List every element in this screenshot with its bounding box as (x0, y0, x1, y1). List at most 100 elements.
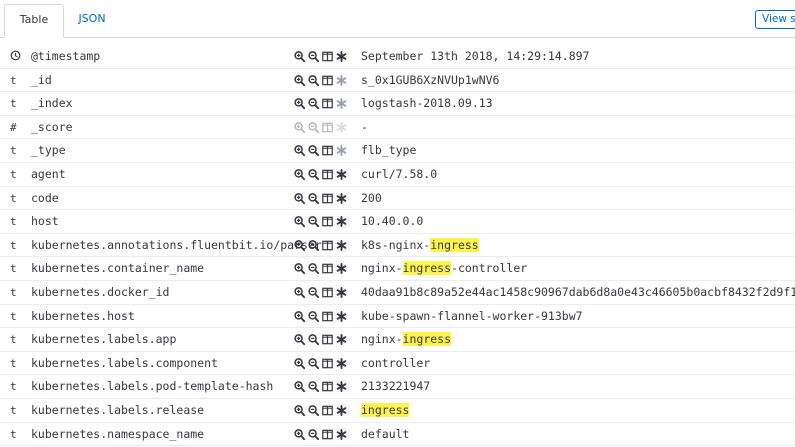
field-actions (294, 333, 347, 346)
toggle-column-icon[interactable] (322, 74, 333, 87)
toggle-column-icon[interactable] (322, 428, 333, 441)
tab-table[interactable]: Table (4, 4, 64, 38)
filter-in-icon[interactable] (294, 215, 305, 228)
toggle-column-icon[interactable] (322, 380, 333, 393)
value-text: -controller (451, 261, 528, 276)
filter-exists-icon[interactable] (336, 168, 347, 181)
filter-out-icon[interactable] (308, 50, 319, 63)
filter-in-icon[interactable] (294, 428, 305, 441)
filter-in-icon[interactable] (294, 74, 305, 87)
toggle-column-icon[interactable] (322, 262, 333, 275)
filter-in-icon[interactable] (294, 50, 305, 63)
field-value: kube-spawn-flannel-worker-913bw7 (361, 305, 583, 328)
table-row: # _score - (0, 116, 795, 140)
filter-exists-icon[interactable] (336, 333, 347, 346)
filter-in-icon[interactable] (294, 380, 305, 393)
field-value: k8s-nginx-ingress (361, 234, 479, 257)
view-surrounding-button[interactable]: View su (755, 10, 795, 29)
filter-out-icon[interactable] (308, 168, 319, 181)
tab-json[interactable]: JSON (70, 4, 114, 38)
string-type-icon: t (10, 427, 17, 441)
filter-exists-icon[interactable] (336, 428, 347, 441)
filter-out-icon[interactable] (308, 310, 319, 323)
string-type-icon: t (10, 167, 17, 181)
string-type-icon: t (10, 380, 17, 394)
filter-out-icon[interactable] (308, 380, 319, 393)
toggle-column-icon[interactable] (322, 144, 333, 157)
value-text: s_0x1GUB6XzNVUp1wNV6 (361, 72, 500, 87)
filter-exists-icon[interactable] (336, 144, 347, 157)
filter-out-icon[interactable] (308, 262, 319, 275)
filter-exists-icon[interactable] (336, 357, 347, 370)
filter-out-icon[interactable] (308, 404, 319, 417)
filter-in-icon[interactable] (294, 144, 305, 157)
filter-in-icon[interactable] (294, 286, 305, 299)
field-actions (294, 192, 347, 205)
value-text: 200 (361, 190, 382, 205)
table-row: t kubernetes.container_name nginx-ingress-… (0, 257, 795, 281)
toggle-column-icon[interactable] (322, 333, 333, 346)
filter-exists-icon[interactable] (336, 97, 347, 110)
filter-in-icon (294, 121, 305, 134)
field-name: kubernetes.labels.app (31, 332, 177, 347)
filter-out-icon[interactable] (308, 74, 319, 87)
filter-exists-icon[interactable] (336, 262, 347, 275)
filter-out-icon[interactable] (308, 428, 319, 441)
filter-out-icon[interactable] (308, 215, 319, 228)
filter-exists-icon[interactable] (336, 50, 347, 63)
toggle-column-icon[interactable] (322, 215, 333, 228)
string-type-icon: t (10, 97, 17, 111)
filter-in-icon[interactable] (294, 262, 305, 275)
filter-exists-icon[interactable] (336, 239, 347, 252)
filter-in-icon[interactable] (294, 404, 305, 417)
filter-exists-icon[interactable] (336, 310, 347, 323)
filter-in-icon[interactable] (294, 192, 305, 205)
filter-out-icon[interactable] (308, 239, 319, 252)
toggle-column-icon[interactable] (322, 239, 333, 252)
toggle-column-icon[interactable] (322, 357, 333, 370)
string-type-icon: t (10, 238, 17, 252)
filter-out-icon[interactable] (308, 357, 319, 370)
field-name: agent (31, 166, 66, 181)
value-text: nginx- (361, 261, 403, 276)
filter-exists-icon[interactable] (336, 215, 347, 228)
field-actions (294, 380, 347, 393)
filter-in-icon[interactable] (294, 357, 305, 370)
value-text: 10.40.0.0 (361, 214, 424, 229)
filter-exists-icon[interactable] (336, 286, 347, 299)
filter-out-icon[interactable] (308, 286, 319, 299)
filter-exists-icon[interactable] (336, 74, 347, 87)
field-actions (294, 239, 347, 252)
filter-in-icon[interactable] (294, 333, 305, 346)
table-row: t kubernetes.docker_id 40daa91b8c89a52e44a… (0, 281, 795, 305)
filter-in-icon[interactable] (294, 97, 305, 110)
filter-exists-icon[interactable] (336, 380, 347, 393)
table-row: t agent curl/7.58.0 (0, 163, 795, 187)
filter-out-icon[interactable] (308, 97, 319, 110)
filter-out-icon[interactable] (308, 192, 319, 205)
filter-exists-icon[interactable] (336, 192, 347, 205)
field-actions (294, 168, 347, 181)
toggle-column-icon[interactable] (322, 192, 333, 205)
highlighted-term: ingress (361, 402, 410, 417)
string-type-icon: t (10, 73, 17, 87)
filter-in-icon[interactable] (294, 310, 305, 323)
toggle-column-icon[interactable] (322, 310, 333, 323)
string-type-icon: t (10, 403, 17, 417)
field-actions (294, 121, 347, 134)
field-name: kubernetes.labels.release (31, 402, 205, 417)
filter-exists-icon[interactable] (336, 404, 347, 417)
value-text: 2133221947 (361, 379, 431, 394)
toggle-column-icon[interactable] (322, 286, 333, 299)
field-name: _score (31, 119, 73, 134)
filter-out-icon[interactable] (308, 333, 319, 346)
toggle-column-icon[interactable] (322, 50, 333, 63)
value-text: kube-spawn-flannel-worker-913bw7 (361, 308, 583, 323)
toggle-column-icon[interactable] (322, 404, 333, 417)
toggle-column-icon[interactable] (322, 97, 333, 110)
toggle-column-icon[interactable] (322, 168, 333, 181)
filter-in-icon[interactable] (294, 239, 305, 252)
filter-in-icon[interactable] (294, 168, 305, 181)
field-value: 10.40.0.0 (361, 210, 423, 233)
filter-out-icon[interactable] (308, 144, 319, 157)
